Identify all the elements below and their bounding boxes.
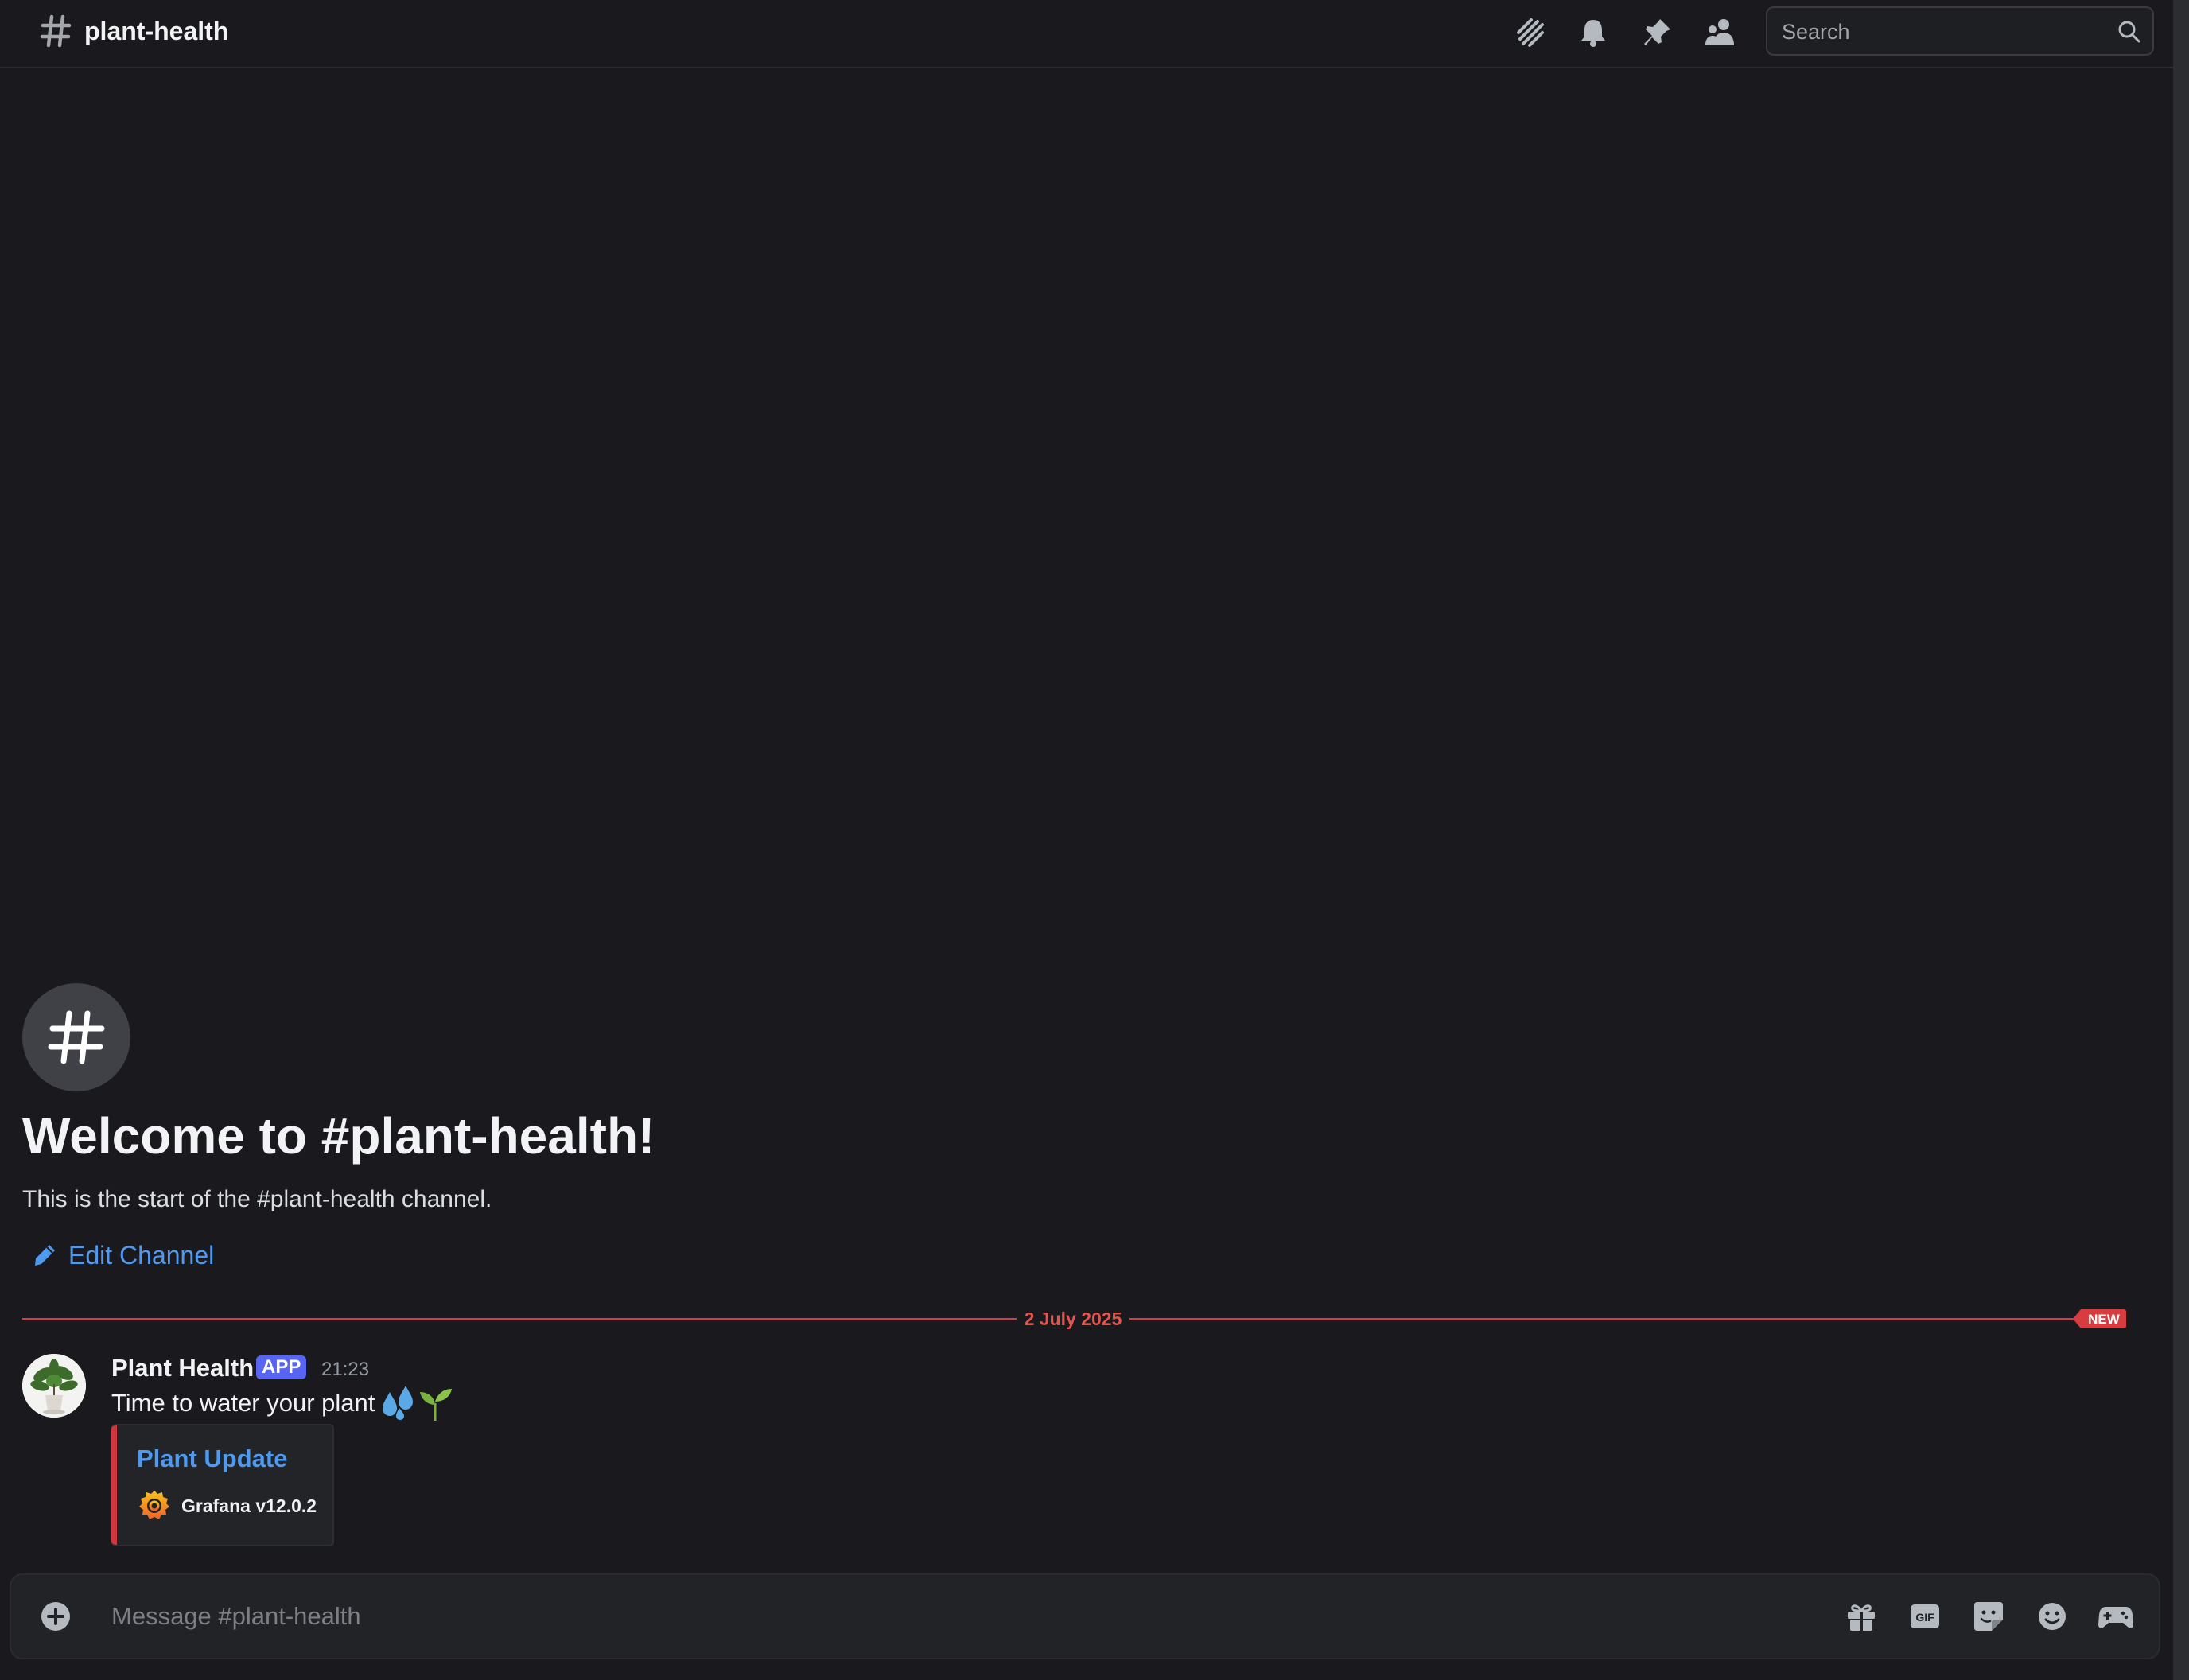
search-placeholder: Search	[1782, 20, 1850, 44]
grafana-icon	[139, 1491, 169, 1519]
add-attachment-button[interactable]	[38, 1599, 73, 1634]
channel-name: plant-health	[84, 17, 229, 45]
app-tag-badge: APP	[256, 1355, 307, 1379]
gamepad-icon[interactable]	[2097, 1597, 2135, 1635]
search-input[interactable]: Search	[1766, 6, 2154, 56]
message-text: Time to water your plant	[111, 1389, 375, 1417]
emoji-icon[interactable]	[2033, 1597, 2071, 1635]
new-badge: NEW	[2073, 1309, 2126, 1328]
new-messages-divider-right	[1129, 1318, 2078, 1320]
sticker-icon[interactable]	[1969, 1597, 2008, 1635]
avatar[interactable]	[22, 1354, 86, 1418]
embed-accent-bar	[111, 1425, 117, 1545]
channel-welcome-icon	[22, 983, 130, 1091]
new-badge-label: NEW	[2088, 1312, 2121, 1327]
message-embed: Plant Update Grafana v12.0.2	[111, 1424, 334, 1546]
seedling-icon	[420, 1389, 452, 1421]
svg-text:GIF: GIF	[1915, 1611, 1934, 1624]
droplets-icon	[383, 1386, 413, 1420]
bell-icon[interactable]	[1575, 14, 1612, 51]
message-emoji	[383, 1386, 452, 1421]
threads-icon[interactable]	[1511, 14, 1548, 51]
edit-channel-button[interactable]: Edit Channel	[32, 1238, 214, 1273]
new-messages-divider-left	[22, 1318, 1017, 1320]
embed-footer: Grafana v12.0.2	[181, 1495, 317, 1516]
edit-channel-label: Edit Channel	[68, 1241, 215, 1270]
message-timestamp: 21:23	[321, 1359, 370, 1380]
gif-icon[interactable]: GIF	[1906, 1597, 1944, 1635]
message-composer: Message #plant-health GIF	[10, 1573, 2160, 1659]
pencil-icon	[35, 1245, 55, 1266]
gift-icon[interactable]	[1842, 1597, 1880, 1635]
discord-app: plant-health Search Welcome to #plant-he…	[0, 0, 2189, 1680]
pin-icon[interactable]	[1639, 14, 1675, 51]
channel-header: plant-health Search	[0, 0, 2173, 68]
search-icon	[2118, 21, 2140, 43]
members-icon[interactable]	[1702, 14, 1739, 51]
scrollbar[interactable]	[2173, 0, 2189, 1680]
message-input[interactable]: Message #plant-health	[111, 1600, 361, 1632]
hashtag-icon	[40, 14, 72, 48]
welcome-title: Welcome to #plant-health!	[22, 1107, 655, 1165]
divider-date: 2 July 2025	[1024, 1309, 1122, 1329]
hashtag-icon	[48, 1010, 105, 1064]
welcome-subtitle: This is the start of the #plant-health c…	[22, 1186, 492, 1212]
embed-title-link[interactable]: Plant Update	[137, 1443, 287, 1475]
message-author[interactable]: Plant Health	[111, 1352, 254, 1384]
